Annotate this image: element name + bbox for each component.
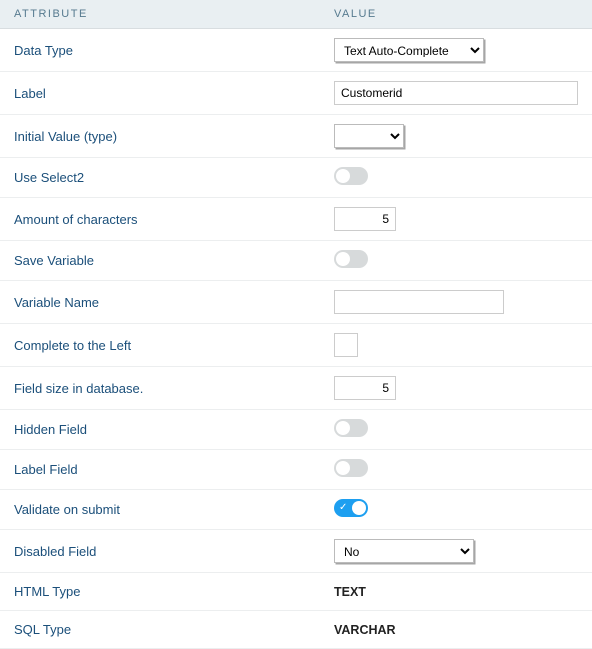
label-sql-type: SQL Type xyxy=(14,622,334,637)
row-amount-chars: Amount of characters xyxy=(0,198,592,241)
value-html-type: TEXT xyxy=(334,585,366,599)
label-field-size: Field size in database. xyxy=(14,381,334,396)
row-complete-left: Complete to the Left xyxy=(0,324,592,367)
input-variable-name[interactable] xyxy=(334,290,504,314)
row-sql-type: SQL Type VARCHAR xyxy=(0,611,592,649)
input-field-size[interactable] xyxy=(334,376,396,400)
toggle-save-variable[interactable] xyxy=(334,250,368,268)
input-amount-chars[interactable] xyxy=(334,207,396,231)
row-validate-submit: Validate on submit ✓ xyxy=(0,490,592,530)
check-icon: ✓ xyxy=(339,502,347,514)
label-disabled-field: Disabled Field xyxy=(14,544,334,559)
toggle-use-select2[interactable] xyxy=(334,167,368,185)
select-data-type[interactable]: Text Auto-Complete xyxy=(334,38,484,62)
input-complete-left[interactable] xyxy=(334,333,358,357)
toggle-validate-submit[interactable]: ✓ xyxy=(334,499,368,517)
row-variable-name: Variable Name xyxy=(0,281,592,324)
label-hidden-field: Hidden Field xyxy=(14,422,334,437)
table-header: ATTRIBUTE VALUE xyxy=(0,0,592,29)
label-save-variable: Save Variable xyxy=(14,253,334,268)
select-initial-value[interactable] xyxy=(334,124,404,148)
label-html-type: HTML Type xyxy=(14,584,334,599)
row-label-field: Label Field xyxy=(0,450,592,490)
label-validate-submit: Validate on submit xyxy=(14,502,334,517)
row-initial-value: Initial Value (type) xyxy=(0,115,592,158)
header-attribute: ATTRIBUTE xyxy=(14,8,334,20)
toggle-hidden-field[interactable] xyxy=(334,419,368,437)
label-complete-left: Complete to the Left xyxy=(14,338,334,353)
label-label: Label xyxy=(14,86,334,101)
label-initial-value: Initial Value (type) xyxy=(14,129,334,144)
row-html-type: HTML Type TEXT xyxy=(0,573,592,611)
row-field-size: Field size in database. xyxy=(0,367,592,410)
row-hidden-field: Hidden Field xyxy=(0,410,592,450)
input-label[interactable] xyxy=(334,81,578,105)
row-data-type: Data Type Text Auto-Complete xyxy=(0,29,592,72)
header-value: VALUE xyxy=(334,8,578,20)
label-label-field: Label Field xyxy=(14,462,334,477)
label-use-select2: Use Select2 xyxy=(14,170,334,185)
row-use-select2: Use Select2 xyxy=(0,158,592,198)
label-data-type: Data Type xyxy=(14,43,334,58)
label-variable-name: Variable Name xyxy=(14,295,334,310)
label-amount-chars: Amount of characters xyxy=(14,212,334,227)
toggle-label-field[interactable] xyxy=(334,459,368,477)
row-save-variable: Save Variable xyxy=(0,241,592,281)
row-label: Label xyxy=(0,72,592,115)
select-disabled-field[interactable]: No xyxy=(334,539,474,563)
row-disabled-field: Disabled Field No xyxy=(0,530,592,573)
value-sql-type: VARCHAR xyxy=(334,623,396,637)
